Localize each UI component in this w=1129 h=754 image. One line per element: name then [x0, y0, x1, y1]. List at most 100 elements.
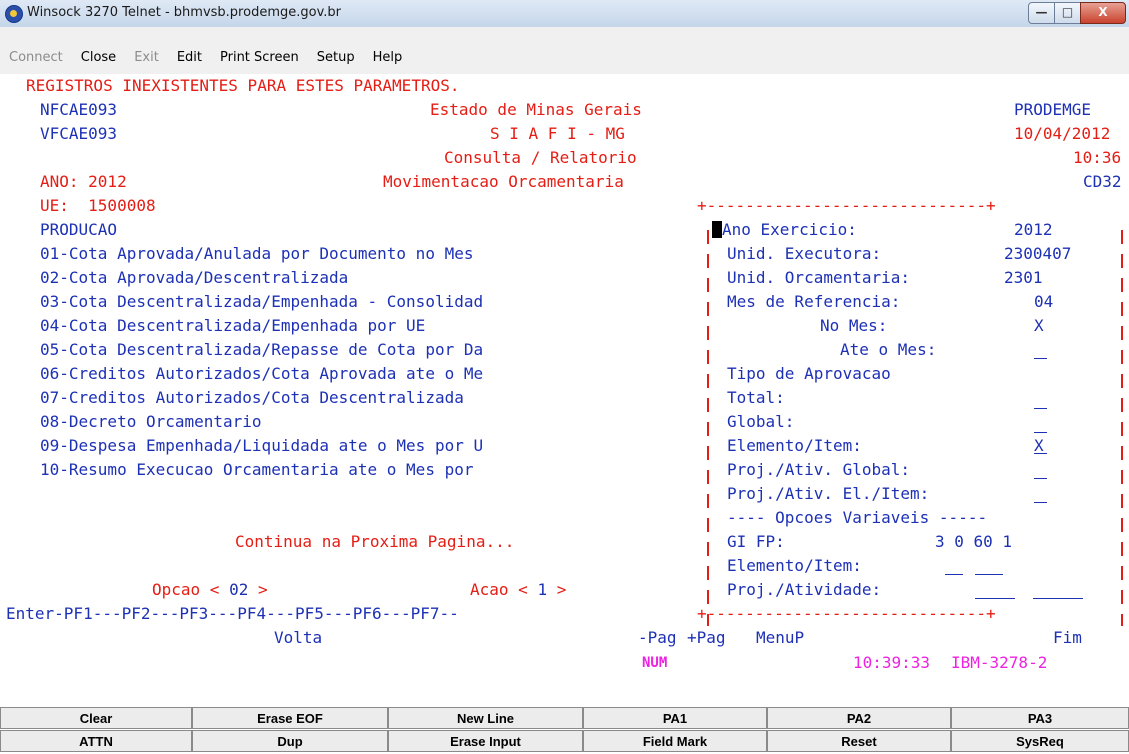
global-input[interactable]	[1034, 432, 1047, 433]
elem-item-label: Elemento/Item:	[727, 436, 862, 455]
ate-mes-label: Ate o Mes:	[840, 340, 937, 359]
option-02[interactable]: 02-Cota Aprovada/Descentralizada	[40, 266, 348, 290]
option-08[interactable]: 08-Decreto Orcamentario	[40, 410, 262, 434]
elem-item2-input-b[interactable]	[975, 574, 1003, 575]
key-dup[interactable]: Dup	[192, 730, 388, 752]
menu-edit[interactable]: Edit	[168, 46, 211, 70]
panel-border-right	[1121, 230, 1123, 626]
title-bar: Winsock 3270 Telnet - bhmvsb.prodemge.go…	[0, 0, 1129, 28]
acao-label: Acao <	[470, 580, 528, 599]
unid-exec-value[interactable]: 2300407	[1004, 242, 1071, 266]
opcao-row: Opcao < 02 >	[152, 580, 268, 599]
unid-orc-label: Unid. Orcamentaria:	[727, 268, 911, 287]
org-name: Estado de Minas Gerais	[430, 100, 642, 119]
unid-orc-value[interactable]: 2301	[1004, 266, 1043, 290]
key-pa2[interactable]: PA2	[767, 707, 951, 729]
gi-fp-label: GI FP:	[727, 532, 785, 551]
gi-fp-value[interactable]: 3 0 60 1	[935, 530, 1012, 554]
maximize-button[interactable]: □	[1054, 2, 1081, 24]
opcoes-variaveis-title: ---- Opcoes Variaveis -----	[727, 508, 988, 527]
pf-plus-pag[interactable]: +Pag	[687, 626, 726, 650]
menu-bar: Connect Close Exit Edit Print Screen Set…	[0, 27, 1129, 74]
key-pa1[interactable]: PA1	[583, 707, 767, 729]
text-cursor	[712, 221, 722, 238]
pf-key-line: Enter-PF1---PF2---PF3---PF4---PF5---PF6-…	[6, 604, 459, 623]
program-id-1: NFCAE093	[40, 100, 118, 119]
pf-fim[interactable]: Fim	[1053, 626, 1082, 650]
ue-field: UE: 1500008	[40, 196, 156, 215]
proj-ativ-input-b[interactable]	[1033, 598, 1083, 599]
opcao-label: Opcao <	[152, 580, 220, 599]
pf-minus-pag[interactable]: -Pag	[638, 626, 677, 650]
elem-item2-label: Elemento/Item:	[727, 556, 862, 575]
proj-ativ-label: Proj./Atividade:	[727, 580, 882, 599]
option-06[interactable]: 06-Creditos Autorizados/Cota Aprovada at…	[40, 362, 483, 386]
program-id-2: VFCAE093	[40, 124, 118, 143]
proj-el-input[interactable]	[1034, 502, 1047, 503]
global-label: Global:	[727, 412, 795, 431]
minimize-button[interactable]: —	[1028, 2, 1055, 24]
ate-mes-input[interactable]	[1034, 358, 1047, 359]
num-lock-indicator: NUM	[642, 655, 668, 671]
menu-close[interactable]: Close	[72, 46, 125, 70]
key-erase-input[interactable]: Erase Input	[388, 730, 583, 752]
menu-setup[interactable]: Setup	[308, 46, 364, 70]
unid-exec-label: Unid. Executora:	[727, 244, 882, 263]
acao-row: Acao < 1 >	[470, 580, 567, 599]
menu-exit[interactable]: Exit	[125, 46, 168, 70]
tipo-aprov-label: Tipo de Aprovacao	[727, 364, 891, 383]
pf-volta[interactable]: Volta	[274, 626, 322, 650]
key-clear[interactable]: Clear	[0, 707, 192, 729]
status-clock: 10:39:33	[853, 653, 931, 672]
screen-id: CD32	[1083, 172, 1122, 191]
elem-item2-input-a[interactable]	[945, 574, 963, 575]
mes-ref-value[interactable]: 04	[1034, 290, 1053, 314]
system-name: S I A F I - MG	[490, 124, 625, 143]
acao-input[interactable]: 1	[537, 580, 547, 599]
function-key-panel: Clear Erase EOF New Line PA1 PA2 PA3 ATT…	[0, 706, 1129, 754]
proj-el-label: Proj./Ativ. El./Item:	[727, 484, 930, 503]
key-attn[interactable]: ATTN	[0, 730, 192, 752]
function-title: Movimentacao Orcamentaria	[383, 172, 624, 191]
option-09[interactable]: 09-Despesa Empenhada/Liquidada ate o Mes…	[40, 434, 483, 458]
total-input[interactable]	[1034, 408, 1047, 409]
terminal-model: IBM-3278-2	[951, 653, 1048, 672]
screen-time: 10:36	[1073, 148, 1122, 167]
continue-message: Continua na Proxima Pagina...	[235, 532, 515, 551]
proj-global-input[interactable]	[1034, 478, 1047, 479]
ano-field: ANO: 2012	[40, 172, 127, 191]
key-new-line[interactable]: New Line	[388, 707, 583, 729]
panel-border-top: +-----------------------------+	[697, 196, 996, 215]
option-05[interactable]: 05-Cota Descentralizada/Repasse de Cota …	[40, 338, 483, 362]
opcao-input[interactable]: 02	[229, 580, 248, 599]
option-10[interactable]: 10-Resumo Execucao Orcamentaria ate o Me…	[40, 458, 473, 482]
panel-row-ano: Ano Exercicio:	[712, 218, 857, 242]
no-mes-label: No Mes:	[820, 316, 888, 335]
panel-border-left	[707, 230, 709, 626]
mes-ref-label: Mes de Referencia:	[727, 292, 901, 311]
error-message: REGISTROS INEXISTENTES PARA ESTES PARAME…	[26, 76, 460, 95]
no-mes-value[interactable]: X	[1034, 314, 1044, 338]
proj-ativ-input-a[interactable]	[975, 598, 1015, 599]
menu-connect[interactable]: Connect	[0, 46, 72, 70]
pf-menup[interactable]: MenuP	[756, 626, 804, 650]
key-sysreq[interactable]: SysReq	[951, 730, 1129, 752]
menu-help[interactable]: Help	[364, 46, 412, 70]
elem-item-value[interactable]: X	[1034, 434, 1044, 458]
option-04[interactable]: 04-Cota Descentralizada/Empenhada por UE	[40, 314, 425, 338]
option-03[interactable]: 03-Cota Descentralizada/Empenhada - Cons…	[40, 290, 483, 314]
terminal-screen[interactable]: REGISTROS INEXISTENTES PARA ESTES PARAME…	[0, 74, 1129, 706]
option-07[interactable]: 07-Creditos Autorizados/Cota Descentrali…	[40, 386, 464, 410]
key-reset[interactable]: Reset	[767, 730, 951, 752]
ano-exercicio-label: Ano Exercicio:	[722, 220, 857, 239]
menu-print-screen[interactable]: Print Screen	[211, 46, 308, 70]
ano-exercicio-value[interactable]: 2012	[1014, 218, 1053, 242]
menu-title: PRODUCAO	[40, 220, 118, 239]
key-erase-eof[interactable]: Erase EOF	[192, 707, 388, 729]
key-field-mark[interactable]: Field Mark	[583, 730, 767, 752]
close-window-button[interactable]: X	[1080, 2, 1126, 24]
panel-border-bottom: +-----------------------------+	[697, 604, 996, 623]
total-label: Total:	[727, 388, 785, 407]
option-01[interactable]: 01-Cota Aprovada/Anulada por Documento n…	[40, 242, 473, 266]
key-pa3[interactable]: PA3	[951, 707, 1129, 729]
